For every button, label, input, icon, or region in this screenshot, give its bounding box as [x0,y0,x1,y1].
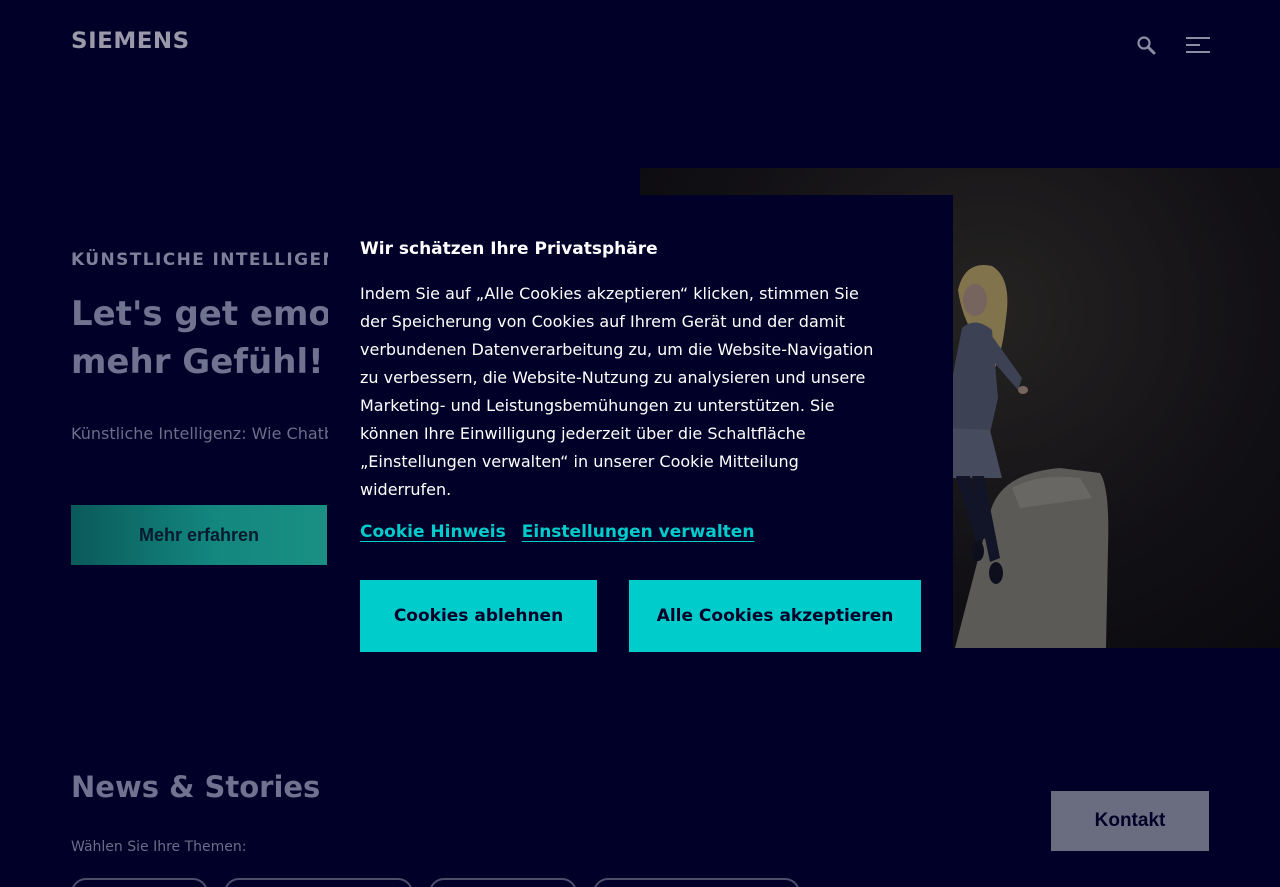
menu-button[interactable] [1184,35,1212,55]
cookie-notice-link[interactable]: Cookie Hinweis [360,522,506,542]
news-section-title: News & Stories [71,770,321,804]
search-button[interactable] [1134,33,1158,57]
cookie-dialog-title: Wir schätzen Ihre Privatsphäre [360,239,658,259]
topic-chip[interactable] [429,878,577,887]
learn-more-button[interactable]: Mehr erfahren [71,505,327,565]
topic-chip[interactable] [593,878,800,887]
siemens-logo[interactable]: SIEMENS [71,28,190,53]
site-header: SIEMENS [0,0,1280,90]
topic-chip[interactable] [71,878,208,887]
search-icon [1137,36,1156,55]
topics-label: Wählen Sie Ihre Themen: [71,839,247,855]
reject-cookies-button[interactable]: Cookies ablehnen [360,580,597,652]
contact-button[interactable]: Kontakt [1051,791,1209,851]
menu-icon [1186,37,1210,53]
cookie-consent-dialog: Wir schätzen Ihre Privatsphäre Indem Sie… [328,195,953,692]
cookie-dialog-links: Cookie Hinweis Einstellungen verwalten [360,522,754,542]
manage-settings-link[interactable]: Einstellungen verwalten [522,522,755,542]
hero-eyebrow: KÜNSTLICHE INTELLIGENZ [71,250,352,270]
cookie-dialog-text: Indem Sie auf „Alle Cookies akzeptieren“… [360,284,874,499]
accept-all-cookies-button[interactable]: Alle Cookies akzeptieren [629,580,921,652]
topic-chip[interactable] [224,878,413,887]
